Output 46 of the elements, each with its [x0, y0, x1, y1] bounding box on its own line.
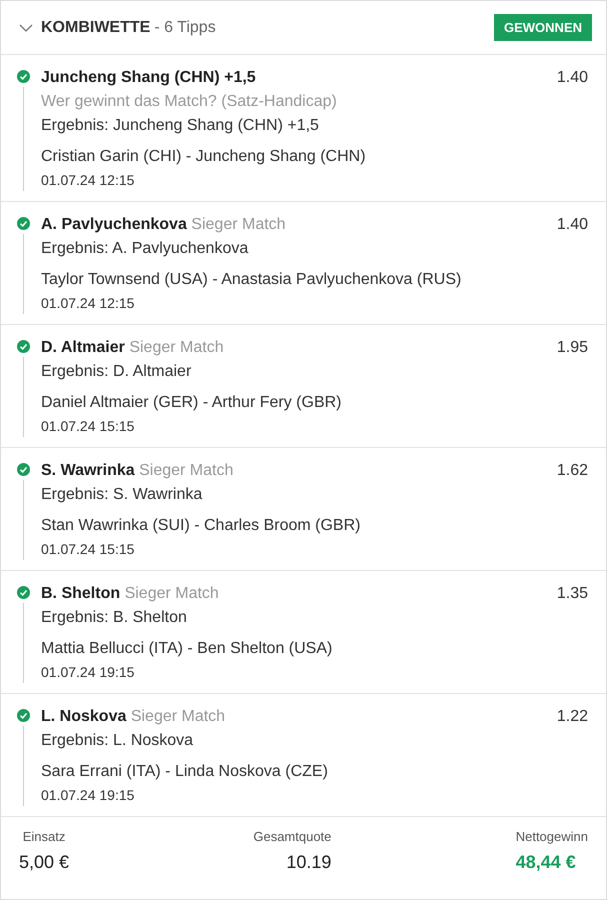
match-date: 01.07.24 15:15 — [41, 540, 136, 559]
chevron-icon[interactable] — [19, 22, 33, 32]
match-name: Mattia Bellucci (ITA) - Ben Shelton (USA) — [41, 639, 334, 659]
pick-name: S. Wawrinka — [41, 462, 135, 479]
pick-name: L. Noskova — [41, 708, 126, 725]
stake-label: Einsatz — [22, 829, 66, 844]
market-label: Sieger Match — [130, 708, 226, 725]
match-date: 01.07.24 19:15 — [41, 786, 136, 805]
odds-value: 1.40 — [556, 215, 588, 235]
match-name: Daniel Altmaier (GER) - Arthur Fery (GBR) — [41, 393, 342, 413]
market-label: Sieger Match — [191, 216, 286, 233]
result-text: Ergebnis: Juncheng Shang (CHN) +1,5 — [41, 116, 320, 136]
market-label: Wer gewinnt das Match? (Satz-Handicap) — [41, 92, 338, 112]
result-text: Ergebnis: L. Noskova — [41, 731, 194, 751]
match-date: 01.07.24 15:15 — [41, 417, 136, 436]
match-date: 01.07.24 12:15 — [41, 171, 136, 190]
total-odds-value: 10.19 — [286, 852, 332, 873]
match-date: 01.07.24 12:15 — [41, 294, 136, 313]
match-name: Stan Wawrinka (SUI) - Charles Broom (GBR) — [41, 516, 362, 536]
total-odds-label: Gesamtquote — [253, 829, 332, 844]
pick-name: A. Pavlyuchenkova — [41, 216, 187, 233]
net-win-label: Nettogewinn — [516, 829, 588, 844]
match-name: Taylor Townsend (USA) - Anastasia Pavlyuchenkova (RUS) — [41, 270, 462, 290]
odds-value: 1.95 — [556, 338, 588, 358]
result-text: Ergebnis: B. Shelton — [41, 608, 188, 628]
pick-name: D. Altmaier — [41, 339, 125, 356]
pick-name: B. Shelton — [41, 585, 120, 602]
result-text: Ergebnis: A. Pavlyuchenkova — [41, 239, 250, 259]
pick-name: Juncheng Shang (CHN) +1,5 — [41, 68, 257, 88]
odds-value: 1.62 — [556, 461, 588, 481]
market-label: Sieger Match — [124, 585, 219, 602]
odds-value: 1.22 — [556, 707, 588, 727]
match-date: 01.07.24 19:15 — [41, 663, 136, 682]
market-label: Sieger Match — [129, 339, 224, 356]
odds-value: 1.40 — [556, 68, 588, 88]
market-label: Sieger Match — [139, 462, 234, 479]
result-text: Ergebnis: D. Altmaier — [41, 362, 192, 382]
status-badge: GEWONNEN — [494, 14, 592, 41]
bet-type-title: KOMBIWETTE — [41, 18, 150, 36]
match-name: Sara Errani (ITA) - Linda Noskova (CZE) — [41, 762, 329, 782]
tip-count: - 6 Tipps — [154, 18, 216, 36]
match-name: Cristian Garin (CHI) - Juncheng Shang (CHN) — [41, 147, 367, 167]
stake-value: 5,00 € — [19, 852, 70, 873]
net-win-value: 48,44 € — [516, 852, 577, 873]
odds-value: 1.35 — [556, 584, 588, 604]
result-text: Ergebnis: S. Wawrinka — [41, 485, 204, 505]
